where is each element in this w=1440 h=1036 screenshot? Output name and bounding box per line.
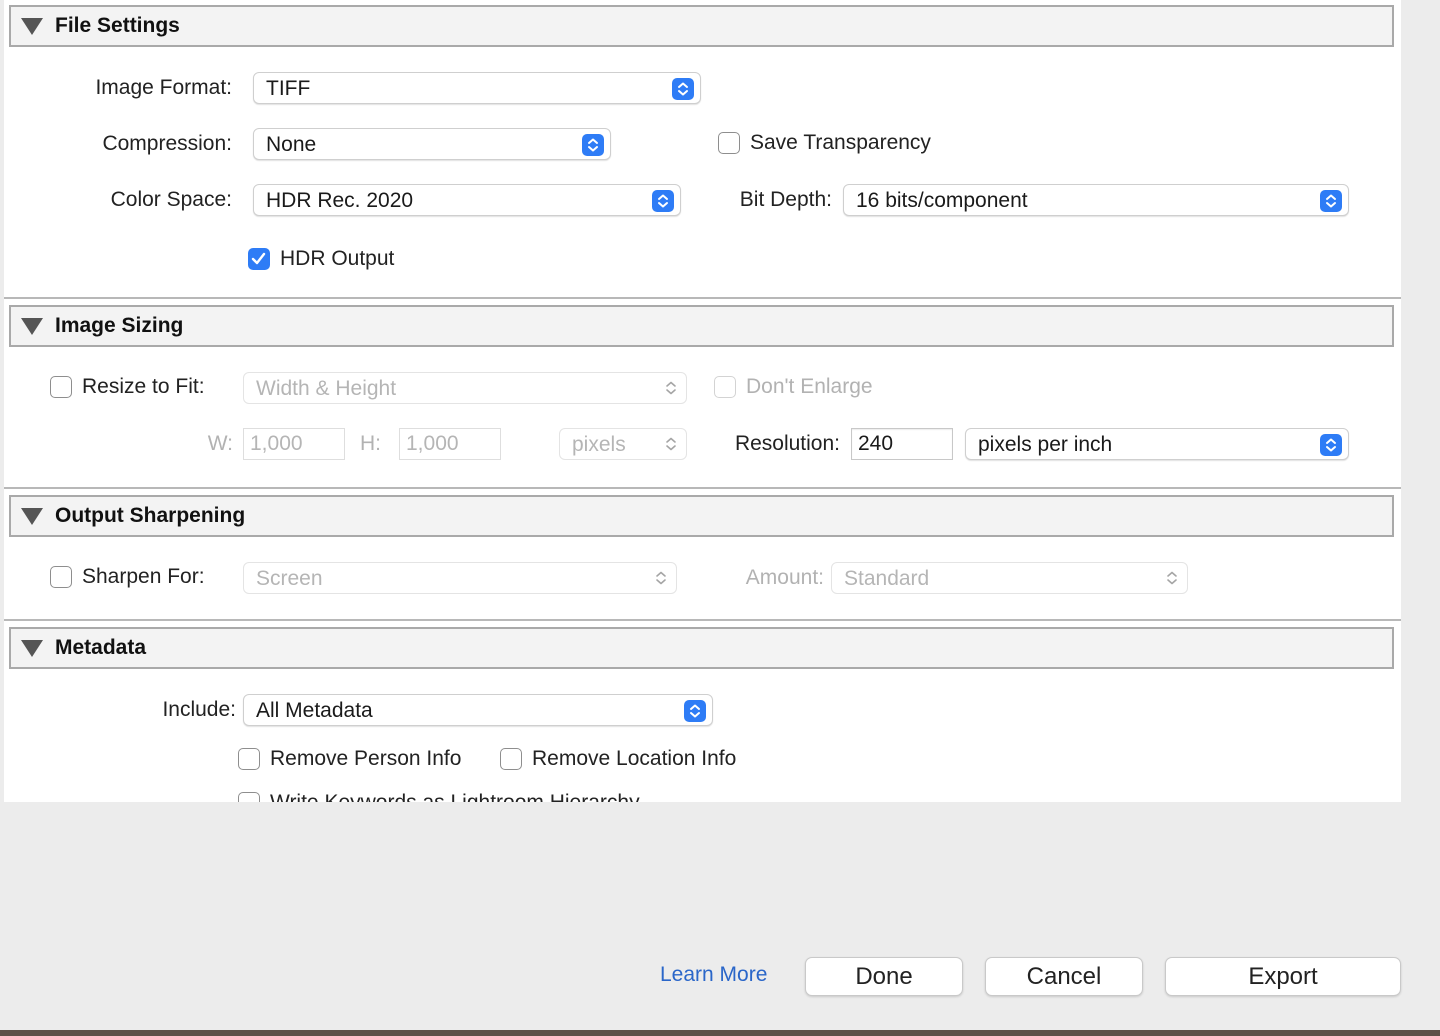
export-button[interactable]: Export	[1165, 957, 1401, 996]
size-units-value: pixels	[572, 433, 626, 456]
resize-to-fit-label: Resize to Fit:	[82, 375, 205, 398]
dont-enlarge-checkbox[interactable]	[714, 376, 736, 398]
compression-label: Compression:	[102, 132, 232, 155]
output-sharpening-header[interactable]: Output Sharpening	[9, 495, 1394, 537]
resolution-label: Resolution:	[734, 432, 840, 455]
height-input-wrap	[399, 428, 501, 460]
include-label: Include:	[162, 698, 236, 721]
window-bottom-edge	[0, 1030, 1440, 1036]
compression-select[interactable]: None	[253, 128, 611, 160]
bit-depth-label: Bit Depth:	[739, 188, 832, 211]
remove-person-info-label: Remove Person Info	[270, 747, 462, 770]
image-format-label: Image Format:	[95, 76, 232, 99]
disclosure-triangle-icon[interactable]	[21, 318, 43, 335]
save-transparency-checkbox[interactable]	[718, 132, 740, 154]
sharpen-for-select[interactable]: Screen	[243, 562, 677, 594]
amount-value: Standard	[844, 567, 930, 590]
disclosure-triangle-icon[interactable]	[21, 640, 43, 657]
checkmark-icon	[251, 252, 266, 265]
learn-more-link[interactable]: Learn More	[660, 963, 767, 987]
sharpen-for-label: Sharpen For:	[82, 565, 205, 588]
section-divider	[4, 619, 1401, 621]
remove-person-info-checkbox[interactable]	[238, 748, 260, 770]
amount-label: Amount:	[745, 566, 824, 589]
stepper-icon	[666, 437, 676, 451]
stepper-icon	[656, 571, 666, 585]
resolution-input-wrap	[851, 428, 953, 460]
sharpen-for-value: Screen	[256, 567, 323, 590]
file-settings-header[interactable]: File Settings	[9, 5, 1394, 47]
resolution-units-value: pixels per inch	[978, 433, 1113, 456]
disclosure-triangle-icon[interactable]	[21, 508, 43, 525]
resize-to-fit-checkbox[interactable]	[50, 376, 72, 398]
stepper-icon	[652, 190, 674, 212]
file-settings-title: File Settings	[55, 14, 180, 37]
export-settings-panel: File Settings Image Format: TIFF Compres…	[4, 0, 1401, 802]
width-input[interactable]	[244, 429, 344, 459]
stepper-icon	[672, 78, 694, 100]
image-format-select[interactable]: TIFF	[253, 72, 701, 104]
width-input-wrap	[243, 428, 345, 460]
stepper-icon	[666, 381, 676, 395]
image-sizing-header[interactable]: Image Sizing	[9, 305, 1394, 347]
include-select[interactable]: All Metadata	[243, 694, 713, 726]
bit-depth-value: 16 bits/component	[856, 189, 1028, 212]
stepper-icon	[684, 700, 706, 722]
metadata-header[interactable]: Metadata	[9, 627, 1394, 669]
color-space-select[interactable]: HDR Rec. 2020	[253, 184, 681, 216]
height-label: H:	[360, 432, 381, 455]
image-format-value: TIFF	[266, 77, 311, 100]
stepper-icon	[1320, 434, 1342, 456]
stepper-icon	[582, 134, 604, 156]
size-units-select[interactable]: pixels	[559, 428, 687, 460]
stepper-icon	[1167, 571, 1177, 585]
color-space-value: HDR Rec. 2020	[266, 189, 414, 212]
include-value: All Metadata	[256, 699, 373, 722]
remove-location-info-checkbox[interactable]	[500, 748, 522, 770]
done-button[interactable]: Done	[805, 957, 963, 996]
color-space-label: Color Space:	[110, 188, 232, 211]
hdr-output-label: HDR Output	[280, 247, 395, 270]
output-sharpening-title: Output Sharpening	[55, 504, 246, 527]
amount-select[interactable]: Standard	[831, 562, 1188, 594]
stepper-icon	[1320, 190, 1342, 212]
remove-location-info-label: Remove Location Info	[532, 747, 737, 770]
compression-value: None	[266, 133, 317, 156]
section-divider	[4, 487, 1401, 489]
save-transparency-label: Save Transparency	[750, 131, 931, 154]
write-keywords-checkbox[interactable]	[238, 792, 260, 802]
cancel-button[interactable]: Cancel	[985, 957, 1143, 996]
disclosure-triangle-icon[interactable]	[21, 18, 43, 35]
height-input[interactable]	[400, 429, 500, 459]
metadata-title: Metadata	[55, 636, 147, 659]
sharpen-for-checkbox[interactable]	[50, 566, 72, 588]
dont-enlarge-label: Don't Enlarge	[746, 375, 873, 398]
bit-depth-select[interactable]: 16 bits/component	[843, 184, 1349, 216]
resolution-input[interactable]	[852, 429, 952, 459]
resize-mode-value: Width & Height	[256, 377, 397, 400]
image-sizing-title: Image Sizing	[55, 314, 184, 337]
resolution-units-select[interactable]: pixels per inch	[965, 428, 1349, 460]
hdr-output-checkbox[interactable]	[248, 248, 270, 270]
width-label: W:	[207, 432, 233, 455]
write-keywords-label: Write Keywords as Lightroom Hierarchy	[270, 791, 640, 802]
section-divider	[4, 297, 1401, 299]
resize-mode-select[interactable]: Width & Height	[243, 372, 687, 404]
